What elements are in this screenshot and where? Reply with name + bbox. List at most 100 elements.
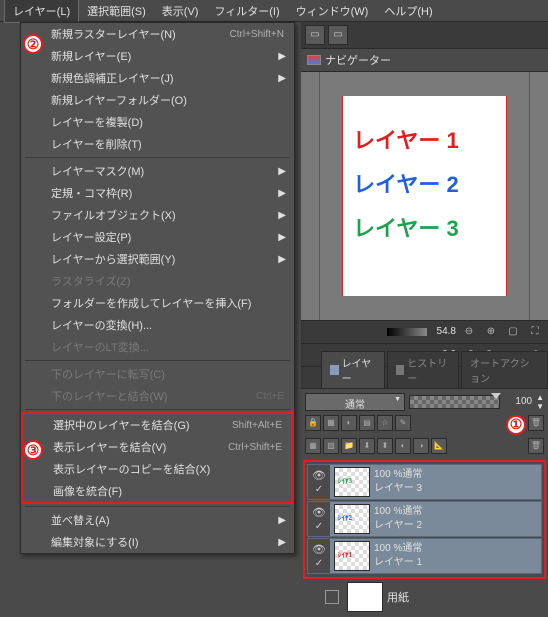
menu-new-layer-folder[interactable]: 新規レイヤーフォルダー(O): [21, 89, 294, 111]
layer-visibility[interactable]: 👁✓: [308, 465, 330, 499]
layer-icon[interactable]: ▦: [323, 415, 339, 431]
menu-ruler-frame[interactable]: 定規・コマ枠(R)▶: [21, 182, 294, 204]
clip-icon[interactable]: ▤: [359, 415, 375, 431]
check-icon[interactable]: ✓: [315, 521, 323, 532]
menu-layer-settings[interactable]: レイヤー設定(P)▶: [21, 226, 294, 248]
menu-separator: [25, 360, 290, 361]
navigator-canvas[interactable]: レイヤー 1 レイヤー 2 レイヤー 3: [342, 96, 507, 296]
paper-layer-row[interactable]: 用紙: [303, 579, 546, 615]
menu-arrange[interactable]: 並べ替え(A)▶: [21, 509, 294, 531]
layer-thumbnail[interactable]: ﾚｲﾔ2: [334, 504, 370, 534]
menu-merge-visible-copy[interactable]: 表示レイヤーのコピーを結合(X): [23, 458, 292, 480]
menu-set-edit-target[interactable]: 編集対象にする(I)▶: [21, 531, 294, 553]
menu-merge-down: 下のレイヤーと結合(W)Ctrl+E: [21, 385, 294, 407]
submenu-arrow-icon: ▶: [278, 188, 286, 199]
blend-mode-select[interactable]: 通常: [305, 393, 405, 411]
submenu-arrow-icon: ▶: [278, 254, 286, 265]
layer-info: 100 %通常レイヤー 1: [374, 542, 541, 570]
tab-autoaction[interactable]: オートアクション: [461, 351, 548, 388]
layer-list-highlight: 👁✓ ﾚｲﾔ3 100 %通常レイヤー 3 👁✓ ﾚｲﾔ2 100 %通常レイヤ…: [303, 460, 546, 579]
delete-layer-icon[interactable]: 🗑: [528, 438, 544, 454]
transfer-icon[interactable]: ⬇: [359, 438, 375, 454]
eye-icon[interactable]: 👁: [312, 506, 326, 519]
canvas-text-1: レイヤー 1: [353, 123, 496, 155]
menu-create-folder-insert[interactable]: フォルダーを作成してレイヤーを挿入(F): [21, 292, 294, 314]
fit-all-icon[interactable]: ⛶: [526, 323, 544, 341]
navigator-canvas-area: レイヤー 1 レイヤー 2 レイヤー 3: [301, 72, 548, 320]
reference-icon[interactable]: ☆: [377, 415, 393, 431]
menu-transfer-down: 下のレイヤーに転写(C): [21, 363, 294, 385]
mask-apply-icon[interactable]: ◑: [413, 438, 429, 454]
check-icon[interactable]: ✓: [315, 558, 323, 569]
menu-filter[interactable]: フィルター(I): [206, 0, 287, 22]
menu-new-raster-layer[interactable]: 新規ラスターレイヤー(N)Ctrl+Shift+N: [21, 23, 294, 45]
top-toolbar: ▭ ▭: [301, 22, 548, 49]
menubar: レイヤー(L) 選択範囲(S) 表示(V) フィルター(I) ウィンドウ(W) …: [0, 0, 548, 22]
new-folder-icon[interactable]: 📁: [341, 438, 357, 454]
menu-flatten-image[interactable]: 画像を統合(F): [23, 480, 292, 502]
trash-icon[interactable]: 🗑: [528, 415, 544, 431]
merge-icon[interactable]: ⬍: [377, 438, 393, 454]
lock-icon[interactable]: 🔒: [305, 415, 321, 431]
menu-layer-mask[interactable]: レイヤーマスク(M)▶: [21, 160, 294, 182]
canvas-text-3: レイヤー 3: [353, 211, 496, 243]
menu-merge-selected[interactable]: 選択中のレイヤーを結合(G)Shift+Alt+E: [23, 414, 292, 436]
menu-help[interactable]: ヘルプ(H): [376, 0, 440, 22]
eye-icon[interactable]: 👁: [312, 543, 326, 556]
layer-tab-icon: [330, 365, 339, 375]
menu-merge-visible[interactable]: 表示レイヤーを結合(V)Ctrl+Shift+E: [23, 436, 292, 458]
annotation-1: ①: [506, 415, 526, 435]
menu-new-layer[interactable]: 新規レイヤー(E)▶: [21, 45, 294, 67]
mask-icon[interactable]: ◐: [341, 415, 357, 431]
paper-thumbnail[interactable]: [347, 582, 383, 612]
annotation-2: ②: [23, 34, 43, 54]
mask-create-icon[interactable]: ◐: [395, 438, 411, 454]
eye-icon[interactable]: 👁: [312, 469, 326, 482]
layer-visibility[interactable]: 👁✓: [308, 502, 330, 536]
layer-visibility[interactable]: 👁✓: [308, 539, 330, 573]
navigator-status: 54.8 ⊖ ⊕ ▢ ⛶: [301, 320, 548, 343]
fit-icon[interactable]: ▢: [504, 323, 522, 341]
tab-layer[interactable]: レイヤー: [321, 351, 385, 388]
tool-button[interactable]: ▭: [328, 25, 348, 45]
menu-layer[interactable]: レイヤー(L): [4, 0, 79, 23]
new-raster-icon[interactable]: ▦: [305, 438, 321, 454]
submenu-arrow-icon: ▶: [278, 51, 286, 62]
menu-separator: [25, 157, 290, 158]
menu-lt-convert: レイヤーのLT変換...: [21, 336, 294, 358]
new-vector-icon[interactable]: ▧: [323, 438, 339, 454]
layer-row-3[interactable]: 👁✓ ﾚｲﾔ3 100 %通常レイヤー 3: [307, 464, 542, 500]
layer-row-2[interactable]: 👁✓ ﾚｲﾔ2 100 %通常レイヤー 2: [307, 501, 542, 537]
navigator-tab[interactable]: ナビゲーター: [301, 49, 548, 72]
layer-row-1[interactable]: 👁✓ ﾚｲﾔ1 100 %通常レイヤー 1: [307, 538, 542, 574]
opacity-value: 100: [504, 396, 532, 407]
opacity-slider[interactable]: [409, 395, 500, 409]
menu-selection[interactable]: 選択範囲(S): [79, 0, 154, 22]
opacity-stepper[interactable]: ▲▼: [536, 393, 544, 411]
zoom-in-icon[interactable]: ⊕: [482, 323, 500, 341]
layer-thumbnail[interactable]: ﾚｲﾔ1: [334, 541, 370, 571]
menu-duplicate-layer[interactable]: レイヤーを複製(D): [21, 111, 294, 133]
layer-list: 👁✓ ﾚｲﾔ3 100 %通常レイヤー 3 👁✓ ﾚｲﾔ2 100 %通常レイヤ…: [301, 458, 548, 617]
tab-history[interactable]: ヒストリー: [387, 351, 460, 388]
menu-convert-layer[interactable]: レイヤーの変換(H)...: [21, 314, 294, 336]
menu-selection-from-layer[interactable]: レイヤーから選択範囲(Y)▶: [21, 248, 294, 270]
menu-file-object[interactable]: ファイルオブジェクト(X)▶: [21, 204, 294, 226]
right-panel: ▭ ▭ ナビゲーター レイヤー 1 レイヤー 2 レイヤー 3 54.8 ⊖ ⊕…: [301, 22, 548, 617]
layer-thumbnail[interactable]: ﾚｲﾔ3: [334, 467, 370, 497]
tool-button[interactable]: ▭: [305, 25, 325, 45]
menu-new-correction-layer[interactable]: 新規色調補正レイヤー(J)▶: [21, 67, 294, 89]
check-icon[interactable]: ✓: [315, 484, 323, 495]
zoom-slider[interactable]: [387, 328, 427, 336]
submenu-arrow-icon: ▶: [278, 232, 286, 243]
ruler-icon[interactable]: 📐: [431, 438, 447, 454]
menu-delete-layer[interactable]: レイヤーを削除(T): [21, 133, 294, 155]
layer-info: 100 %通常レイヤー 3: [374, 468, 541, 496]
layer-info: 100 %通常レイヤー 2: [374, 505, 541, 533]
layer-controls: 通常 100 ▲▼ 🔒 ▦ ◐ ▤ ☆ ✎ ① 🗑 ▦ ▧ 📁 ⬇ ⬍ ◐ ◑ …: [301, 388, 548, 458]
zoom-out-icon[interactable]: ⊖: [460, 323, 478, 341]
menu-window[interactable]: ウィンドウ(W): [288, 0, 377, 22]
submenu-arrow-icon: ▶: [278, 210, 286, 221]
menu-view[interactable]: 表示(V): [154, 0, 207, 22]
draft-icon[interactable]: ✎: [395, 415, 411, 431]
